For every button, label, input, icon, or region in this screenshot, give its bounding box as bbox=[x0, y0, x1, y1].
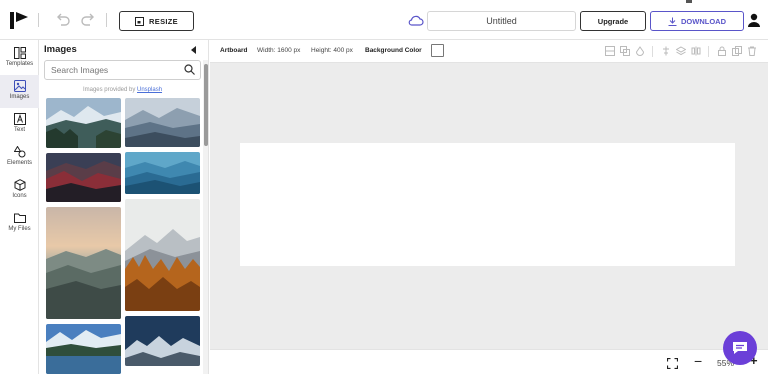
left-navigation: Templates Images Text Elements Icons My … bbox=[0, 40, 39, 374]
image-thumbnail[interactable] bbox=[46, 98, 121, 148]
artboard-toolbar: Artboard Width: 1600 px Height: 400 px B… bbox=[210, 40, 768, 63]
shapes-icon bbox=[13, 146, 25, 158]
search-icon[interactable] bbox=[184, 64, 195, 75]
app-logo-icon[interactable] bbox=[10, 12, 28, 29]
flip-icon[interactable] bbox=[691, 46, 701, 56]
panel-scrollbar[interactable] bbox=[204, 64, 208, 146]
lock-icon[interactable] bbox=[717, 46, 727, 56]
nav-label-elements: Elements bbox=[6, 160, 32, 166]
download-button[interactable]: DOWNLOAD bbox=[650, 11, 744, 31]
image-credit-text: Images provided by bbox=[82, 87, 136, 93]
align-icon[interactable] bbox=[605, 46, 615, 56]
download-label: DOWNLOAD bbox=[681, 16, 726, 26]
fill-icon[interactable] bbox=[635, 46, 645, 56]
snowy-peaks-image bbox=[125, 316, 200, 366]
image-thumbnail[interactable] bbox=[125, 199, 200, 311]
cloud-save-icon bbox=[408, 15, 424, 26]
divider bbox=[38, 13, 39, 27]
divider bbox=[708, 46, 709, 57]
document-title-input[interactable] bbox=[427, 11, 576, 31]
nav-item-elements[interactable]: Elements bbox=[0, 141, 39, 174]
trash-icon[interactable] bbox=[747, 46, 757, 56]
image-thumbnail[interactable] bbox=[46, 207, 121, 319]
image-icon bbox=[13, 80, 26, 92]
bottom-bar: − 55% + bbox=[210, 349, 768, 374]
background-color-swatch[interactable] bbox=[431, 44, 444, 57]
image-thumbnail[interactable] bbox=[46, 324, 121, 374]
collapse-panel-icon[interactable] bbox=[191, 46, 196, 54]
autumn-forest-image bbox=[125, 199, 200, 311]
artboard-label: Artboard bbox=[220, 47, 248, 54]
image-thumbnail[interactable] bbox=[125, 152, 200, 194]
nav-item-images[interactable]: Images bbox=[0, 75, 39, 108]
misty-mountains-image bbox=[125, 98, 200, 147]
images-panel: Images Images provided by Unsplash bbox=[40, 40, 209, 374]
image-thumbnail[interactable] bbox=[125, 98, 200, 147]
blue-ridges-image bbox=[125, 152, 200, 194]
zoom-out-button[interactable]: − bbox=[694, 354, 702, 368]
undo-icon[interactable] bbox=[55, 13, 71, 27]
resize-icon bbox=[135, 16, 145, 26]
alpine-lake-image bbox=[46, 324, 121, 374]
nav-label-templates: Templates bbox=[5, 61, 34, 67]
image-credit: Images provided by Unsplash bbox=[40, 87, 205, 93]
nav-label-my-files: My Files bbox=[8, 226, 31, 232]
nav-label-images: Images bbox=[9, 94, 30, 100]
chat-icon bbox=[733, 342, 747, 354]
group-icon[interactable] bbox=[620, 46, 630, 56]
top-marker bbox=[686, 0, 692, 3]
image-thumbnail[interactable] bbox=[46, 153, 121, 202]
divider bbox=[652, 46, 653, 57]
upgrade-button[interactable]: Upgrade bbox=[580, 11, 646, 31]
unsplash-link[interactable]: Unsplash bbox=[137, 87, 162, 93]
artboard-width[interactable]: Width: 1600 px bbox=[257, 47, 300, 54]
download-icon bbox=[668, 17, 677, 26]
redo-icon[interactable] bbox=[80, 13, 96, 27]
image-thumbnail[interactable] bbox=[125, 316, 200, 366]
nav-item-icons[interactable]: Icons bbox=[0, 174, 39, 207]
nav-item-my-files[interactable]: My Files bbox=[0, 207, 39, 240]
sunset-hills-image bbox=[46, 207, 121, 319]
templates-icon bbox=[13, 47, 26, 59]
background-color-label: Background Color bbox=[365, 47, 422, 54]
search-images-input[interactable] bbox=[44, 60, 201, 80]
text-icon bbox=[13, 113, 26, 125]
artboard[interactable] bbox=[240, 143, 735, 266]
nav-label-text: Text bbox=[13, 127, 25, 133]
resize-button[interactable]: RESIZE bbox=[119, 11, 194, 31]
lake-mountains-image bbox=[46, 98, 121, 148]
artboard-height[interactable]: Height: 400 px bbox=[311, 47, 353, 54]
panel-title: Images bbox=[44, 44, 77, 55]
nav-label-icons: Icons bbox=[12, 193, 27, 199]
canvas-area[interactable] bbox=[210, 63, 768, 349]
divider bbox=[106, 13, 107, 27]
distribute-icon[interactable] bbox=[661, 46, 671, 56]
fit-to-screen-icon[interactable] bbox=[667, 358, 678, 369]
user-account-icon[interactable] bbox=[748, 13, 760, 27]
nav-item-text[interactable]: Text bbox=[0, 108, 39, 141]
chat-support-button[interactable] bbox=[723, 331, 757, 365]
layers-icon[interactable] bbox=[676, 46, 686, 56]
top-bar: RESIZE Upgrade DOWNLOAD bbox=[0, 0, 768, 40]
cube-icon bbox=[14, 179, 25, 191]
red-hills-image bbox=[46, 153, 121, 202]
folder-icon bbox=[13, 213, 26, 223]
duplicate-icon[interactable] bbox=[732, 46, 742, 56]
resize-label: RESIZE bbox=[149, 16, 178, 26]
nav-item-templates[interactable]: Templates bbox=[0, 42, 39, 75]
